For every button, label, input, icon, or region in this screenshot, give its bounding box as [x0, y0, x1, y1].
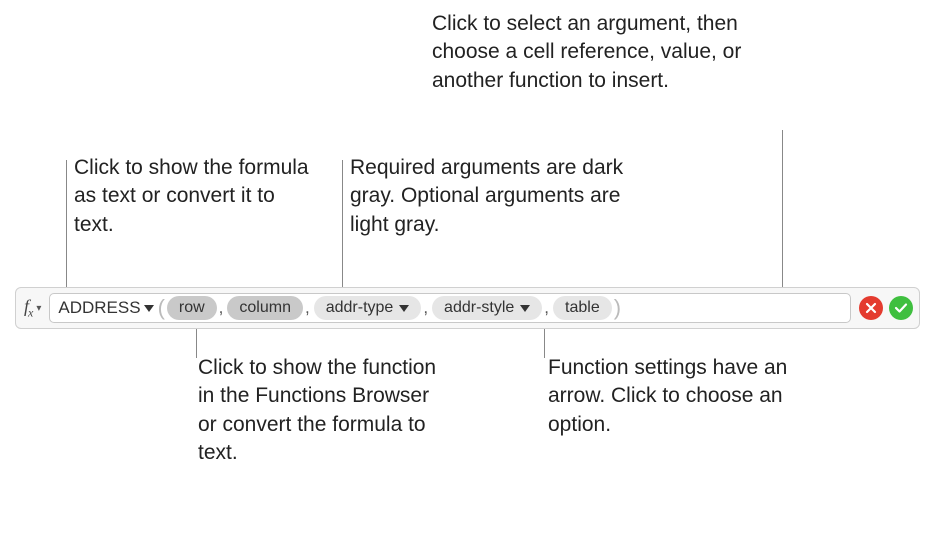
formula-actions [851, 296, 913, 320]
leader-line [342, 160, 343, 288]
leader-line [782, 130, 783, 290]
formula-field[interactable]: ADDRESS ( row , column , addr-type , add… [49, 293, 851, 323]
arg-addr-style[interactable]: addr-style [432, 296, 542, 320]
open-paren: ( [156, 295, 167, 321]
arg-separator: , [303, 298, 314, 318]
callout-functions-browser: Click to show the function in the Functi… [198, 354, 448, 467]
arg-addr-type[interactable]: addr-type [314, 296, 422, 320]
arg-label: addr-type [326, 299, 394, 317]
function-name-label: ADDRESS [58, 298, 140, 318]
callout-show-formula-text: Click to show the formula as text or con… [74, 154, 314, 239]
arg-table[interactable]: table [553, 296, 612, 320]
arg-separator: , [421, 298, 432, 318]
close-paren: ) [612, 295, 623, 321]
function-name-token[interactable]: ADDRESS [58, 298, 155, 318]
callout-select-argument: Click to select an argument, then choose… [432, 10, 782, 95]
callout-required-optional: Required arguments are dark gray. Option… [350, 154, 650, 239]
callout-function-settings: Function settings have an arrow. Click t… [548, 354, 808, 439]
accept-button[interactable] [889, 296, 913, 320]
dropdown-triangle-icon [399, 305, 409, 312]
fx-icon: fx [24, 296, 32, 321]
dropdown-triangle-icon [144, 305, 154, 312]
arg-separator: , [542, 298, 553, 318]
x-icon [865, 302, 877, 314]
leader-line [66, 160, 67, 290]
chevron-down-icon: ▾ [36, 303, 41, 314]
arg-separator: , [217, 298, 228, 318]
formula-editor-bar: fx ▾ ADDRESS ( row , column , addr-type … [15, 287, 920, 329]
arg-label: addr-style [444, 299, 514, 317]
dropdown-triangle-icon [520, 305, 530, 312]
arg-row[interactable]: row [167, 296, 217, 320]
cancel-button[interactable] [859, 296, 883, 320]
arg-column[interactable]: column [227, 296, 303, 320]
check-icon [894, 302, 908, 314]
fx-menu-button[interactable]: fx ▾ [24, 296, 49, 321]
